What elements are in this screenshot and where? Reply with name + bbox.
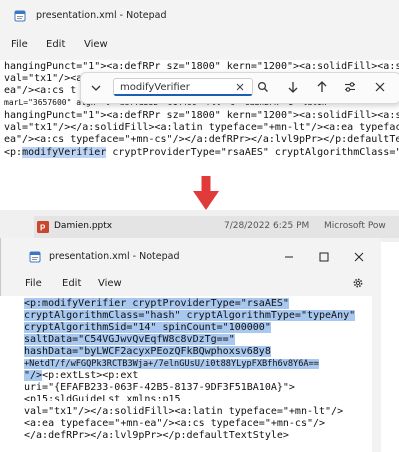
text-line: <p15:sldGuideLst xmlns:p15 bbox=[24, 394, 181, 401]
found-text-line: <p:modifyVerifier cryptProviderType="rsa… bbox=[4, 147, 399, 160]
pptx-file-row[interactable]: P Damien.pptx 7/28/2022 6:25 PM Microsof… bbox=[34, 216, 399, 238]
selected-text-line: cryptAlgorithmSid="14" spinCount="100000… bbox=[24, 322, 271, 335]
search-match-highlight: modifyVerifier bbox=[22, 147, 107, 158]
selected-text-line: "/><p:extLst><p:ext bbox=[24, 370, 138, 383]
selection: saltData="C54VGJwvQvEqfW8c8vDzTg==" bbox=[24, 334, 235, 345]
selected-text-line: cryptAlgorithmClass="hash" cryptAlgorith… bbox=[24, 310, 356, 323]
selected-text-line: saltData="C54VGJwvQvEqfW8c8vDzTg==" bbox=[24, 334, 235, 347]
clear-search-close-icon[interactable] bbox=[235, 82, 245, 92]
text-line: <a:ea typeface="+mn-ea"/><a:cs typeface=… bbox=[24, 418, 326, 429]
text-line: val="tx1"/></a:solidFill><a:latin typefa… bbox=[4, 122, 399, 133]
selection: <p:modifyVerifier cryptProviderType="rsa… bbox=[24, 298, 289, 309]
arrow-down-icon[interactable] bbox=[286, 80, 300, 94]
close-window-icon[interactable] bbox=[354, 252, 364, 262]
unselected-text: <p:extLst><p:ext bbox=[42, 370, 139, 381]
file-type: Microsoft Pow bbox=[324, 221, 386, 231]
file-date: 7/28/2022 6:25 PM bbox=[224, 221, 310, 231]
text-line: hangingPunct="1"><a:defRPr sz="1800" ker… bbox=[4, 110, 399, 121]
options-icon[interactable] bbox=[343, 80, 357, 94]
arrow-up-icon[interactable] bbox=[315, 80, 329, 94]
svg-text:P: P bbox=[40, 224, 46, 233]
line-prefix: <p: bbox=[4, 147, 23, 158]
menu-file[interactable]: File bbox=[25, 278, 42, 289]
selection: hashData="byLWCF2acyxPEozQFkBQwphoxsv68y… bbox=[24, 346, 271, 357]
menu-view[interactable]: View bbox=[98, 278, 122, 289]
selected-text-line: hashData="byLWCF2acyxPEozQFkBQwphoxsv68y… bbox=[24, 346, 271, 359]
minimize-icon[interactable] bbox=[284, 252, 294, 262]
search-icon[interactable] bbox=[257, 81, 269, 93]
text-line: ea"/><a:cs t bbox=[4, 85, 77, 96]
text-line: </a:defRPr></a:lvl9pPr></p:defaultTextSt… bbox=[24, 430, 289, 441]
text-line: ea"/><a:cs typeface="+mn-cs"/></a:defRPr… bbox=[4, 134, 399, 145]
text-line: uri="{EFAFB233-063F-42B5-8137-9DF3F51BA1… bbox=[24, 382, 295, 393]
selected-text-line: +NetdT/f/wFGQPk3RCTB3Wja+/7elnGUsU/i0t88… bbox=[24, 358, 319, 371]
red-down-arrow-icon bbox=[193, 176, 219, 212]
settings-gear-icon[interactable] bbox=[352, 277, 364, 289]
menu-file[interactable]: File bbox=[11, 39, 28, 50]
find-input[interactable]: modifyVerifier bbox=[113, 78, 253, 96]
file-name: Damien.pptx bbox=[54, 221, 113, 231]
notepad-app-icon bbox=[14, 10, 26, 22]
line-suffix: cryptProviderType="rsaAES" cryptAlgorith… bbox=[106, 147, 399, 158]
selected-text-line: <p:modifyVerifier cryptProviderType="rsa… bbox=[24, 298, 289, 311]
menu-view[interactable]: View bbox=[84, 39, 108, 50]
selection: cryptAlgorithmClass="hash" cryptAlgorith… bbox=[24, 310, 356, 321]
chevron-down-icon[interactable] bbox=[90, 82, 102, 94]
text-line: val="tx1"/></a:solidFill><a:latin typefa… bbox=[24, 406, 344, 417]
find-bar: modifyVerifier bbox=[80, 72, 399, 104]
powerpoint-file-icon: P bbox=[37, 221, 49, 233]
maximize-icon[interactable] bbox=[319, 252, 329, 262]
window-title: presentation.xml - Notepad bbox=[36, 10, 167, 21]
menu-edit[interactable]: Edit bbox=[46, 39, 65, 50]
selection: +NetdT/f/wFGQPk3RCTB3Wja+/7elnGUsU/i0t88… bbox=[24, 359, 319, 369]
notepad-app-icon bbox=[29, 251, 41, 263]
bottom-editor-text-area[interactable]: <p:modifyVerifier cryptProviderType="rsa… bbox=[0, 296, 372, 452]
menu-edit[interactable]: Edit bbox=[62, 278, 81, 289]
selection: cryptAlgorithmSid="14" spinCount="100000… bbox=[24, 322, 271, 333]
window-title: presentation.xml - Notepad bbox=[49, 251, 180, 262]
close-icon[interactable] bbox=[374, 81, 386, 93]
selection: "/> bbox=[24, 370, 43, 381]
